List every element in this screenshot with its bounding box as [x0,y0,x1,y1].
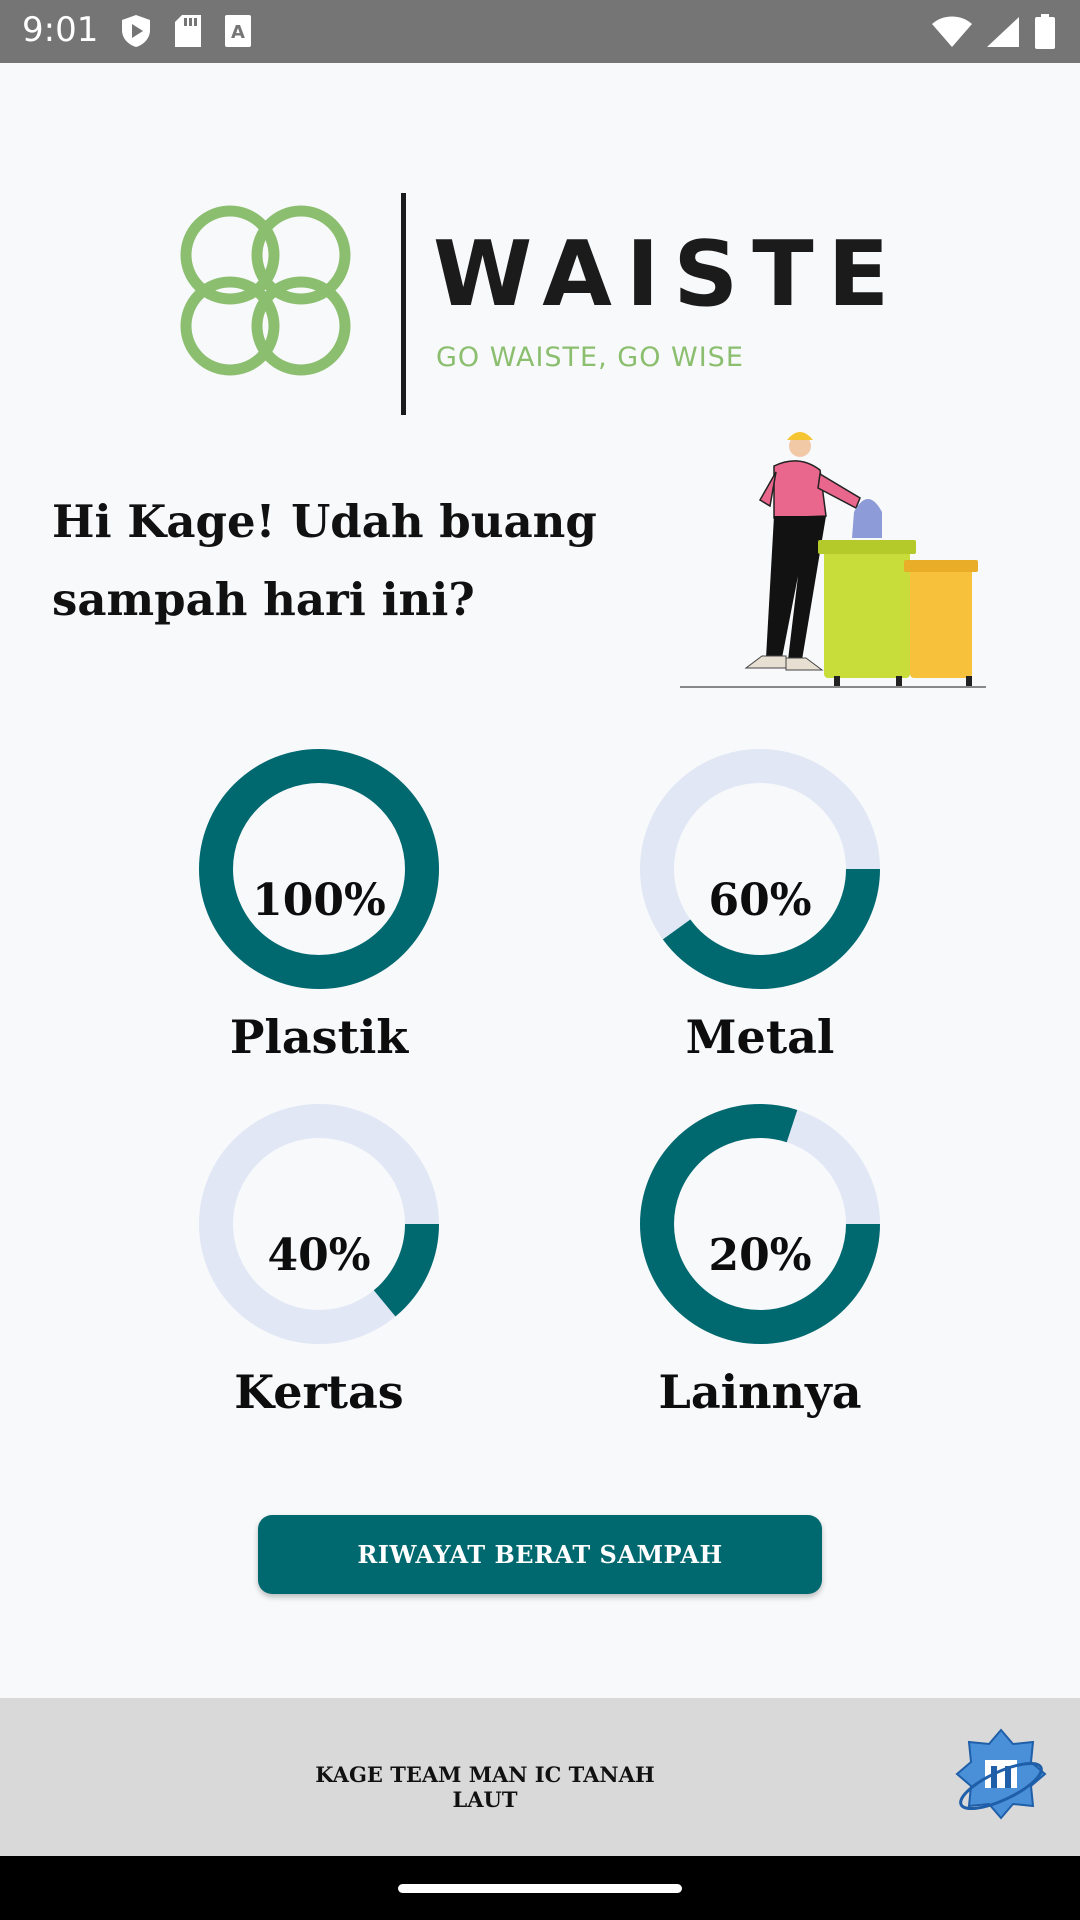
category-label-kertas: Kertas [234,1365,404,1419]
category-label-plastik: Plastik [229,1010,409,1064]
person-throwing-trash-illustration [680,432,986,688]
four-rings-logo-icon [180,193,406,415]
ring-progress-plastik [199,749,439,989]
footer: KAGE TEAM MAN IC TANAH LAUT [0,1698,1080,1856]
ring-percent-metal: 60% [708,875,812,926]
ring-percent-plastik: 100% [252,875,386,926]
ring-percent-lainnya: 20% [708,1230,812,1281]
ring-progress-kertas [199,1104,439,1344]
play-protect-icon [122,15,150,47]
waiste-logo: WAISTE GO WAISTE, GO WISE [180,190,900,420]
status-icons-left: A [120,14,252,48]
logo-tagline: GO WAISTE, GO WISE [436,342,744,373]
sd-card-icon [175,15,201,47]
weight-history-button[interactable]: RIWAYAT BERAT SAMPAH [258,1515,822,1594]
category-ring-metal: 60% [640,749,880,989]
signal-icon [987,17,1019,47]
ring-progress-lainnya [640,1104,880,1344]
category-ring-lainnya: 20% [640,1104,880,1344]
wifi-icon [932,16,972,47]
logo-title: WAISTE [433,222,904,327]
keyboard-a-icon: A [225,15,251,47]
navigation-bar [0,1856,1080,1920]
status-icons-right [932,14,1056,50]
battery-icon [1035,14,1055,49]
status-time: 9:01 [22,10,99,50]
ring-progress-metal [640,749,880,989]
ring-fill-arc [199,749,439,989]
category-ring-plastik: 100% [199,749,439,989]
school-emblem-icon [955,1728,1047,1820]
ring-percent-kertas: 40% [267,1230,371,1281]
category-ring-kertas: 40% [199,1104,439,1344]
greeting-text: Hi Kage! Udah buang sampah hari ini? [52,495,597,626]
footer-text: KAGE TEAM MAN IC TANAH LAUT [315,1762,655,1812]
status-bar: 9:01 A [0,0,1080,63]
category-label-metal: Metal [685,1010,835,1064]
svg-text:A: A [231,22,245,43]
category-label-lainnya: Lainnya [658,1365,862,1419]
home-gesture-handle[interactable] [398,1884,682,1893]
